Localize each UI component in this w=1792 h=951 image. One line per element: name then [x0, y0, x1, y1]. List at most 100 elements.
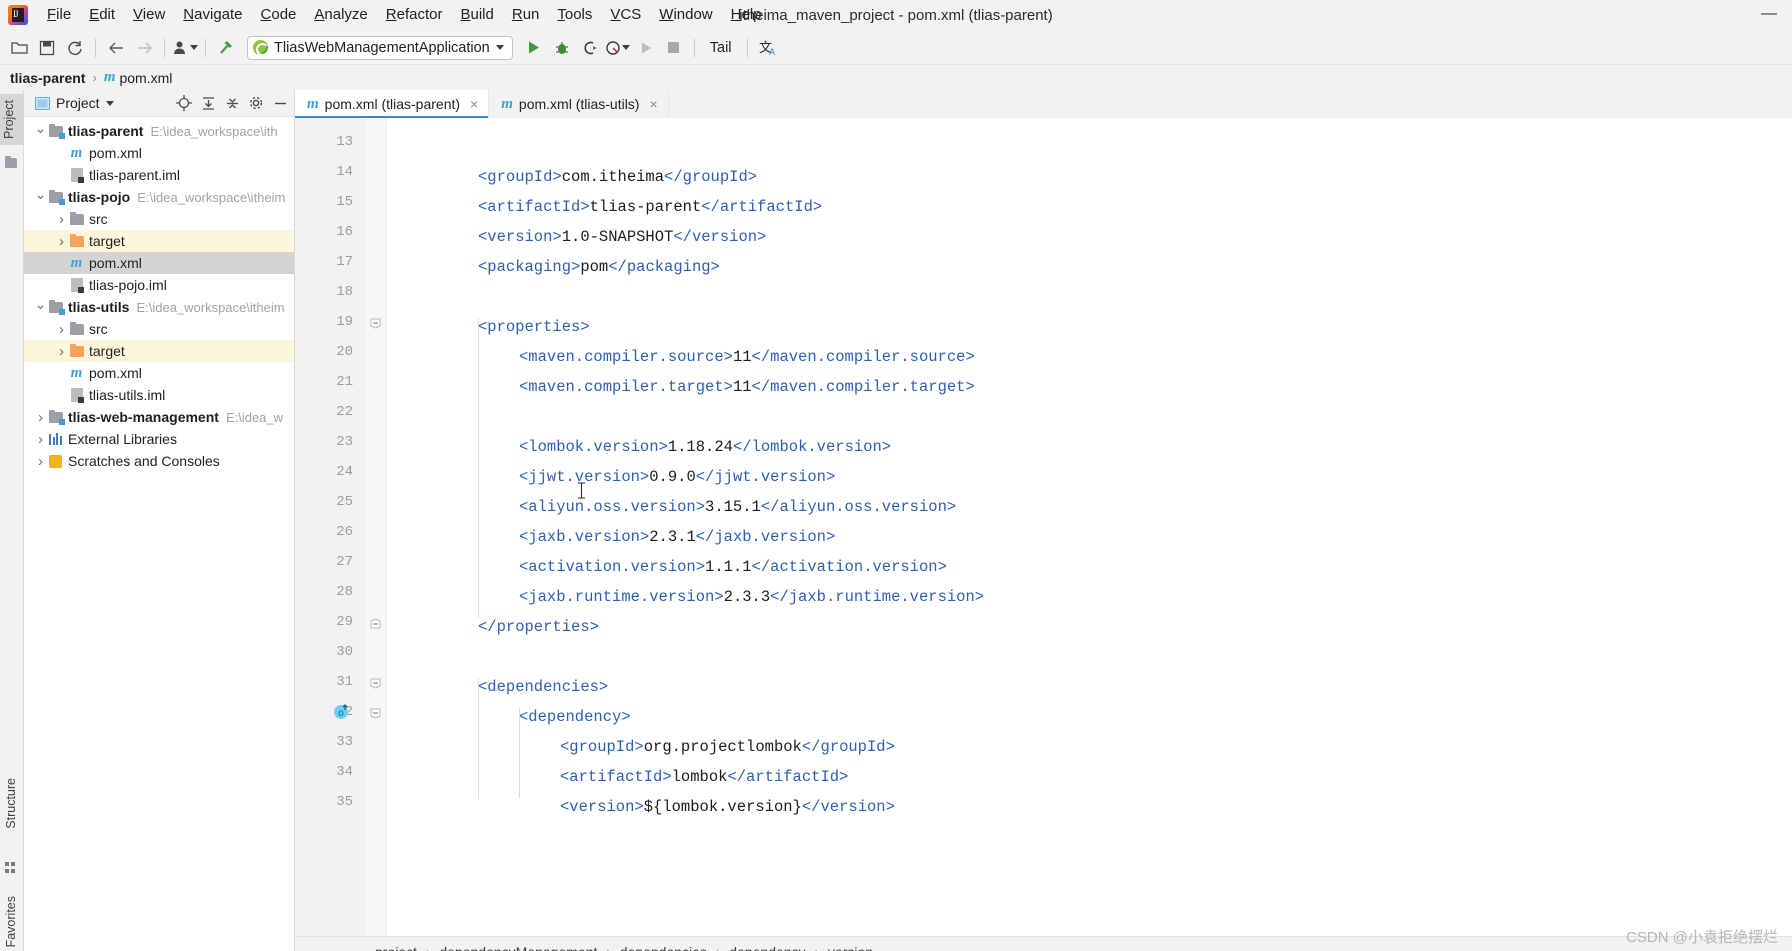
back-arrow-icon[interactable] [103, 35, 129, 61]
chevron-right-icon[interactable] [34, 453, 47, 470]
menu-window[interactable]: Window [650, 3, 721, 27]
debug-icon[interactable] [549, 35, 575, 61]
breadcrumb-item-dependency[interactable]: dependency [729, 944, 805, 951]
run-configuration-selector[interactable]: TliasWebManagementApplication [247, 35, 513, 60]
fold-expand-icon[interactable] [370, 678, 381, 689]
fold-gutter[interactable] [365, 118, 387, 936]
code-line-33[interactable]: <groupId>org.projectlombok</groupId> [437, 732, 895, 762]
chevron-down-icon[interactable] [34, 299, 47, 316]
menu-view[interactable]: View [124, 3, 174, 27]
code-line-14[interactable]: <groupId>com.itheima</groupId> [437, 162, 757, 192]
rerun-icon[interactable] [633, 35, 659, 61]
menu-tools[interactable]: Tools [548, 3, 601, 27]
fold-expand-icon[interactable] [370, 708, 381, 719]
open-folder-icon[interactable] [6, 35, 32, 61]
locate-target-icon[interactable] [174, 93, 194, 113]
chevron-right-icon[interactable] [55, 343, 68, 360]
code-line-16[interactable]: <version>1.0-SNAPSHOT</version> [437, 222, 766, 252]
tree-node-tlias-pojo-iml[interactable]: tlias-pojo.iml [24, 274, 294, 296]
settings-gear-icon[interactable] [246, 93, 266, 113]
close-icon[interactable]: × [470, 96, 478, 112]
code-editor[interactable]: 1314151617181920212223242526272829303132… [295, 118, 1792, 936]
code-line-35[interactable]: <version>${lombok.version}</version> [437, 792, 895, 822]
tree-node-tlias-parent[interactable]: tlias-parent E:\idea_workspace\ith [24, 120, 294, 142]
sync-icon[interactable] [62, 35, 88, 61]
chevron-right-icon[interactable] [34, 409, 47, 426]
tree-node-target[interactable]: target [24, 340, 294, 362]
tree-node-pom-xml[interactable]: m pom.xml [24, 252, 294, 274]
breadcrumb-item-version[interactable]: version [828, 944, 873, 951]
chevron-down-icon[interactable] [495, 45, 504, 50]
chevron-right-icon[interactable] [34, 431, 47, 448]
tree-node-tlias-utils-iml[interactable]: tlias-utils.iml [24, 384, 294, 406]
tree-node-target[interactable]: target [24, 230, 294, 252]
tree-node-scratches-and-consoles[interactable]: Scratches and Consoles [24, 450, 294, 472]
code-line-28[interactable]: <jaxb.runtime.version>2.3.3</jaxb.runtim… [437, 582, 984, 612]
tree-node-src[interactable]: src [24, 208, 294, 230]
code-line-32[interactable]: <dependency> [437, 702, 631, 732]
code-line-26[interactable]: <jaxb.version>2.3.1</jaxb.version> [437, 522, 835, 552]
menu-vcs[interactable]: VCS [601, 3, 650, 27]
code-line-29[interactable]: </properties> [437, 612, 599, 642]
code-line-34[interactable]: <artifactId>lombok</artifactId> [437, 762, 848, 792]
tool-window-project[interactable]: Project [0, 94, 24, 145]
project-file-tree[interactable]: tlias-parent E:\idea_workspace\ith m pom.xm… [24, 117, 294, 472]
stop-icon[interactable] [661, 35, 687, 61]
code-line-17[interactable]: <packaging>pom</packaging> [437, 252, 720, 282]
code-line-23[interactable]: <lombok.version>1.18.24</lombok.version> [437, 432, 891, 462]
tree-node-tlias-parent-iml[interactable]: tlias-parent.iml [24, 164, 294, 186]
fold-collapse-icon[interactable] [370, 618, 381, 629]
menu-navigate[interactable]: Navigate [174, 3, 251, 27]
fold-expand-icon[interactable] [370, 318, 381, 329]
code-line-15[interactable]: <artifactId>tlias-parent</artifactId> [437, 192, 822, 222]
editor-tab-0[interactable]: m pom.xml (tlias-parent) × [295, 90, 490, 118]
chevron-right-icon[interactable] [55, 321, 68, 338]
close-icon[interactable]: × [649, 96, 657, 112]
code-line-20[interactable]: <maven.compiler.source>11</maven.compile… [437, 342, 975, 372]
breadcrumb-item-project[interactable]: project [375, 944, 417, 951]
code-line-19[interactable]: <properties> [437, 312, 590, 342]
save-all-icon[interactable] [34, 35, 60, 61]
tool-window-structure[interactable]: Structure [4, 778, 18, 829]
breadcrumb-item-dependencies[interactable]: dependencies [620, 944, 707, 951]
menu-edit[interactable]: Edit [80, 3, 124, 27]
tree-node-pom-xml[interactable]: m pom.xml [24, 362, 294, 384]
editor-gutter[interactable]: 1314151617181920212223242526272829303132… [295, 118, 365, 936]
chevron-down-icon[interactable] [105, 100, 114, 106]
tree-node-tlias-pojo[interactable]: tlias-pojo E:\idea_workspace\itheim [24, 186, 294, 208]
chevron-down-icon[interactable] [34, 189, 47, 206]
run-icon[interactable] [521, 35, 547, 61]
menu-run[interactable]: Run [503, 3, 549, 27]
chevron-down-icon[interactable] [34, 123, 47, 140]
build-hammer-icon[interactable] [213, 35, 239, 61]
chevron-right-icon[interactable] [55, 233, 68, 250]
structure-strip-icon[interactable] [5, 862, 16, 874]
chevron-right-icon[interactable] [55, 211, 68, 228]
code-line-27[interactable]: <activation.version>1.1.1</activation.ve… [437, 552, 947, 582]
navbar-file[interactable]: pom.xml [119, 70, 172, 86]
profiler-icon[interactable] [605, 35, 631, 61]
breadcrumb-item-dependencymanagement[interactable]: dependencyManagement [439, 944, 597, 951]
folder-strip-icon[interactable] [5, 156, 18, 170]
translate-icon[interactable]: 文A [755, 35, 781, 61]
forward-arrow-icon[interactable] [131, 35, 157, 61]
expand-all-icon[interactable] [198, 93, 218, 113]
tree-node-tlias-web-management[interactable]: tlias-web-management E:\idea_w [24, 406, 294, 428]
menu-file[interactable]: File [38, 3, 80, 27]
tree-node-src[interactable]: src [24, 318, 294, 340]
code-line-21[interactable]: <maven.compiler.target>11</maven.compile… [437, 372, 975, 402]
collapse-all-icon[interactable] [222, 93, 242, 113]
menu-build[interactable]: Build [451, 3, 502, 27]
code-line-24[interactable]: <jjwt.version>0.9.0</jjwt.version> [437, 462, 835, 492]
tree-node-external-libraries[interactable]: External Libraries [24, 428, 294, 450]
menu-analyze[interactable]: Analyze [305, 3, 376, 27]
editor-tab-1[interactable]: m pom.xml (tlias-utils) × [489, 90, 669, 118]
code-line-25[interactable]: <aliyun.oss.version>3.15.1</aliyun.oss.v… [437, 492, 956, 522]
menu-code[interactable]: Code [252, 3, 306, 27]
code-line-31[interactable]: <dependencies> [437, 672, 608, 702]
tool-window-favorites[interactable]: Favorites [4, 896, 18, 947]
menu-refactor[interactable]: Refactor [377, 3, 452, 27]
navbar-project[interactable]: tlias-parent [10, 70, 85, 86]
code-text[interactable]: <groupId>com.itheima</groupId> <artifactI… [387, 118, 1792, 936]
menu-help[interactable]: Help [722, 3, 771, 27]
